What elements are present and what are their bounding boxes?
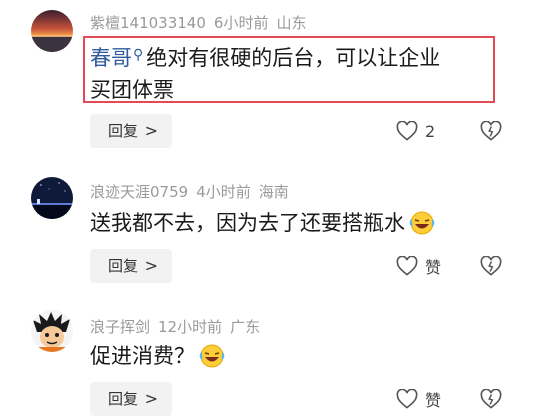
broken-heart-icon [480, 389, 502, 409]
comment-meta: 浪子挥剑 12小时前 广东 [90, 316, 268, 337]
comment-text-body: 促进消费？ [90, 344, 195, 368]
user-avatar[interactable] [31, 310, 73, 352]
comment-text: 送我都不去，因为去了还要搭瓶水 [90, 207, 437, 239]
comment-time: 6小时前 [213, 14, 269, 32]
comment-location: 海南 [258, 183, 289, 201]
dislike-button[interactable] [478, 382, 504, 416]
chevron-right-icon: > [144, 256, 158, 275]
chevron-right-icon: > [144, 121, 158, 140]
night-sky-avatar-icon [31, 177, 73, 219]
username[interactable]: 紫檀141033140 [90, 14, 206, 32]
comment-meta: 浪迹天涯0759 4小时前 海南 [90, 181, 297, 202]
reply-label: 回复 [108, 122, 139, 140]
like-button[interactable]: 赞 [396, 249, 441, 283]
reply-button[interactable]: 回复 > [90, 249, 172, 283]
comment-meta: 紫檀141033140 6小时前 山东 [90, 12, 314, 33]
username[interactable]: 浪迹天涯0759 [90, 183, 188, 201]
like-button[interactable]: 2 [396, 114, 435, 148]
cartoon-avatar-icon [31, 310, 73, 352]
highlight-box [83, 36, 495, 103]
comment-text: 促进消费？ [90, 340, 227, 372]
like-label: 赞 [425, 258, 442, 277]
comment-location: 广东 [230, 318, 261, 336]
comment-location: 山东 [276, 14, 307, 32]
comment-text-body: 送我都不去，因为去了还要搭瓶水 [90, 211, 405, 235]
dislike-button[interactable] [478, 249, 504, 283]
laughing-crying-emoji-icon [409, 211, 435, 235]
like-label: 赞 [425, 391, 442, 410]
user-avatar[interactable] [31, 10, 73, 52]
reply-label: 回复 [108, 390, 139, 408]
comment-time: 12小时前 [158, 318, 223, 336]
sunset-avatar-icon [31, 10, 73, 52]
reply-button[interactable]: 回复 > [90, 382, 172, 416]
comment-time: 4小时前 [196, 183, 251, 201]
user-avatar[interactable] [31, 177, 73, 219]
heart-icon [396, 256, 418, 276]
broken-heart-icon [480, 121, 502, 141]
like-button[interactable]: 赞 [396, 382, 441, 416]
reply-button[interactable]: 回复 > [90, 114, 172, 148]
reply-label: 回复 [108, 257, 139, 275]
like-count: 2 [425, 121, 436, 141]
username[interactable]: 浪子挥剑 [90, 318, 150, 336]
chevron-right-icon: > [144, 389, 158, 408]
heart-icon [396, 121, 418, 141]
laughing-crying-emoji-icon [199, 344, 225, 368]
broken-heart-icon [480, 256, 502, 276]
dislike-button[interactable] [478, 114, 504, 148]
heart-icon [396, 389, 418, 409]
